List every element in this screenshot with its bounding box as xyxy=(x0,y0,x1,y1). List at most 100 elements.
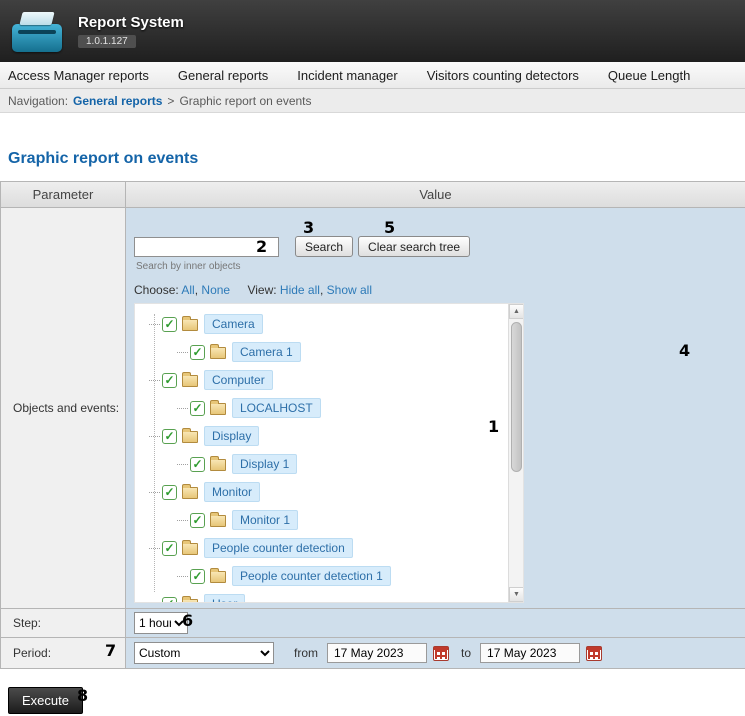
tree-scrollbar[interactable]: ▲ ▼ xyxy=(508,304,523,602)
table-header-row: Parameter Value xyxy=(1,182,745,208)
comma-separator: , xyxy=(320,283,323,297)
search-hint: Search by inner objects xyxy=(136,261,745,272)
search-line: Search Clear search tree xyxy=(134,236,745,257)
execute-button[interactable]: Execute xyxy=(8,687,83,714)
logo-paper-shape xyxy=(19,12,54,25)
period-row: Period: Custom from to xyxy=(1,638,745,668)
comma-separator: , xyxy=(195,283,198,297)
step-select[interactable]: 1 hour xyxy=(134,612,188,634)
tree-item: ✓ Camera 1 xyxy=(135,338,523,366)
tree-item-label[interactable]: Monitor xyxy=(204,482,260,502)
folder-icon xyxy=(182,375,198,387)
tree-item: ✓ Display xyxy=(135,422,523,450)
search-button[interactable]: Search xyxy=(295,236,353,257)
objects-row-label: Objects and events: xyxy=(1,208,126,608)
tree-item: ✓ LOCALHOST xyxy=(135,394,523,422)
checkbox-checked-icon[interactable]: ✓ xyxy=(190,457,205,472)
app-header: Report System 1.0.1.127 xyxy=(0,0,745,62)
period-row-value: Custom from to xyxy=(126,638,745,668)
tree-item: ✓ Camera xyxy=(135,310,523,338)
breadcrumb-separator: > xyxy=(167,94,174,108)
tree-item: ✓ People counter detection 1 xyxy=(135,562,523,590)
view-show-all-link[interactable]: Show all xyxy=(327,283,372,297)
scroll-down-button[interactable]: ▼ xyxy=(509,587,524,602)
to-label: to xyxy=(461,646,471,660)
tree-connector xyxy=(149,324,160,325)
checkbox-checked-icon[interactable]: ✓ xyxy=(162,317,177,332)
app-title: Report System xyxy=(78,14,184,31)
scroll-up-button[interactable]: ▲ xyxy=(509,304,524,319)
tree-connector xyxy=(149,492,160,493)
to-calendar-icon[interactable] xyxy=(586,646,602,661)
from-label: from xyxy=(294,646,318,660)
choose-all-link[interactable]: All xyxy=(181,283,194,297)
checkbox-checked-icon[interactable]: ✓ xyxy=(162,429,177,444)
tree-item-label[interactable]: LOCALHOST xyxy=(232,398,321,418)
choose-none-link[interactable]: None xyxy=(201,283,230,297)
tree-item: ✓ People counter detection xyxy=(135,534,523,562)
from-date-input[interactable] xyxy=(327,643,427,663)
tree-connector xyxy=(177,520,188,521)
menu-item[interactable]: Queue Length xyxy=(608,68,690,83)
period-mode-select[interactable]: Custom xyxy=(134,642,274,664)
choose-view-line: Choose: All, None View: Hide all, Show a… xyxy=(134,283,745,297)
checkbox-checked-icon[interactable]: ✓ xyxy=(190,401,205,416)
folder-icon xyxy=(210,515,226,527)
tree-item: ✓ User xyxy=(135,590,523,603)
objects-tree-panel: ✓ Camera ✓ Camera 1 xyxy=(134,303,524,603)
menu-item[interactable]: Incident manager xyxy=(297,68,397,83)
tree-item-label[interactable]: People counter detection 1 xyxy=(232,566,391,586)
tree-item: ✓ Monitor xyxy=(135,478,523,506)
folder-icon xyxy=(182,487,198,499)
menu-item[interactable]: General reports xyxy=(178,68,268,83)
tree-item-label[interactable]: Display xyxy=(204,426,259,446)
to-date-input[interactable] xyxy=(480,643,580,663)
app-version-badge: 1.0.1.127 xyxy=(78,35,136,48)
tree-item-label[interactable]: Monitor 1 xyxy=(232,510,298,530)
folder-icon xyxy=(210,347,226,359)
from-calendar-icon[interactable] xyxy=(433,646,449,661)
search-input[interactable] xyxy=(134,237,279,257)
app-title-block: Report System 1.0.1.127 xyxy=(78,14,184,49)
step-row-value: 1 hour xyxy=(126,609,745,637)
checkbox-checked-icon[interactable]: ✓ xyxy=(190,513,205,528)
logo-slot-shape xyxy=(18,30,56,34)
tree-connector xyxy=(149,436,160,437)
breadcrumb-link-general-reports[interactable]: General reports xyxy=(73,94,162,108)
page-title: Graphic report on events xyxy=(8,150,745,168)
scrollbar-thumb[interactable] xyxy=(511,322,522,472)
tree-item-label[interactable]: User xyxy=(204,594,245,603)
checkbox-checked-icon[interactable]: ✓ xyxy=(162,541,177,556)
folder-icon xyxy=(182,431,198,443)
checkbox-checked-icon[interactable]: ✓ xyxy=(162,485,177,500)
parameter-column-header: Parameter xyxy=(1,182,126,207)
tree-item-label[interactable]: Camera xyxy=(204,314,263,334)
folder-icon xyxy=(210,403,226,415)
main-menu: Access Manager reports General reports I… xyxy=(0,62,745,89)
tree-item-label[interactable]: Computer xyxy=(204,370,273,390)
tree-item-label[interactable]: People counter detection xyxy=(204,538,353,558)
choose-label: Choose: xyxy=(134,283,179,297)
tree-item-label[interactable]: Display 1 xyxy=(232,454,297,474)
checkbox-checked-icon[interactable]: ✓ xyxy=(190,569,205,584)
menu-item[interactable]: Access Manager reports xyxy=(8,68,149,83)
checkbox-checked-icon[interactable]: ✓ xyxy=(162,373,177,388)
tree-item-label[interactable]: Camera 1 xyxy=(232,342,301,362)
folder-icon xyxy=(182,319,198,331)
breadcrumb-prefix: Navigation: xyxy=(8,94,68,108)
breadcrumb: Navigation: General reports > Graphic re… xyxy=(0,89,745,113)
checkbox-checked-icon[interactable]: ✓ xyxy=(190,345,205,360)
step-row-label: Step: xyxy=(1,609,126,637)
report-system-logo-icon xyxy=(12,8,62,54)
value-column-header: Value xyxy=(126,182,745,207)
view-label: View: xyxy=(247,283,276,297)
menu-item[interactable]: Visitors counting detectors xyxy=(427,68,579,83)
objects-tree: ✓ Camera ✓ Camera 1 xyxy=(135,304,523,603)
step-row: Step: 1 hour xyxy=(1,609,745,638)
objects-row-value: Search Clear search tree Search by inner… xyxy=(126,208,745,608)
clear-search-tree-button[interactable]: Clear search tree xyxy=(358,236,470,257)
view-hide-all-link[interactable]: Hide all xyxy=(280,283,320,297)
objects-and-events-row: Objects and events: Search Clear search … xyxy=(1,208,745,609)
checkbox-checked-icon[interactable]: ✓ xyxy=(162,597,177,604)
tree-connector xyxy=(149,548,160,549)
